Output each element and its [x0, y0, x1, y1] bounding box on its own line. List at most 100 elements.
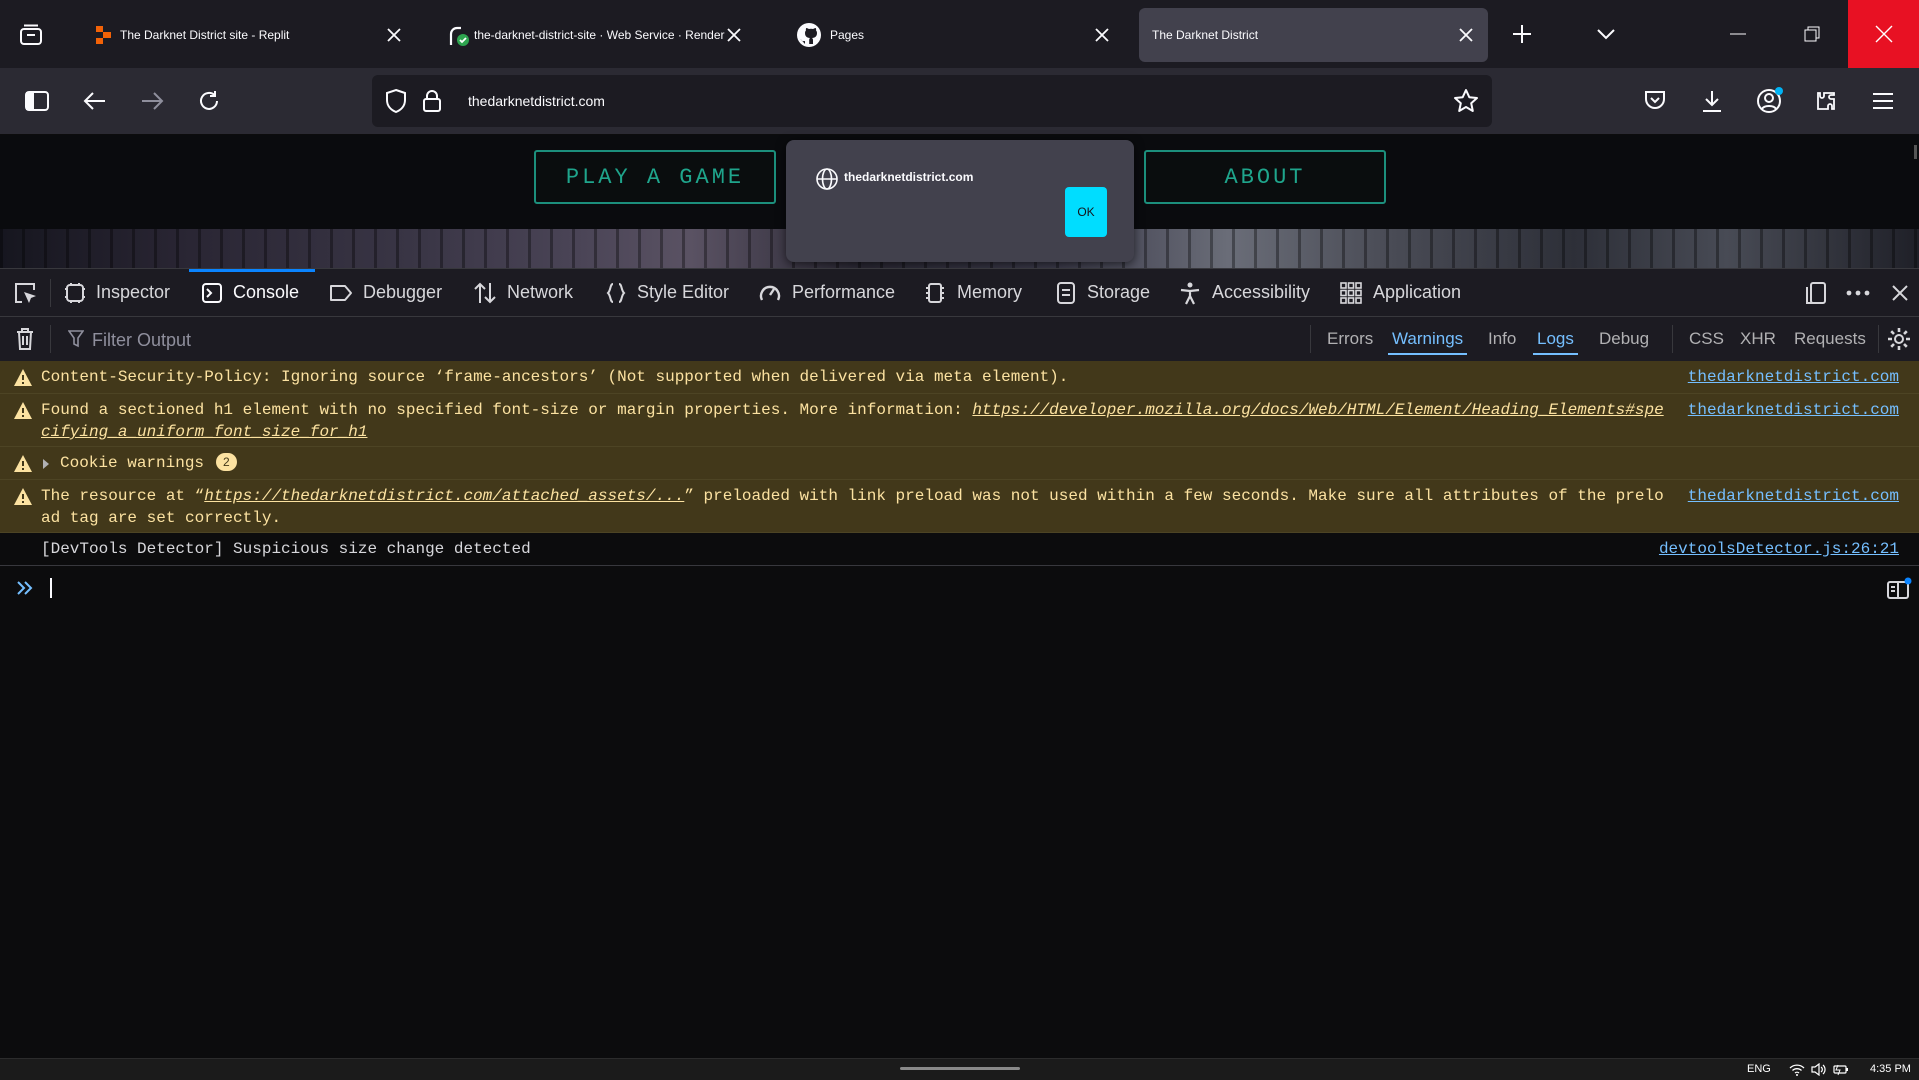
language-indicator[interactable]: ENG — [1747, 1059, 1771, 1080]
expand-triangle-icon[interactable] — [42, 458, 50, 470]
tab-label: the-darknet-district-site · Web Service … — [474, 28, 725, 42]
tab-label: Application — [1373, 282, 1462, 302]
about-button[interactable]: ABOUT — [1144, 150, 1386, 204]
alert-dialog: thedarknetdistrict.com OK — [786, 140, 1134, 262]
performance-icon — [759, 285, 781, 301]
render-icon — [448, 25, 469, 46]
message-text: [DevTools Detector] Suspicious size chan… — [41, 540, 531, 558]
url-text: thedarknetdistrict.com — [468, 93, 605, 109]
warning-icon — [14, 455, 32, 472]
wifi-icon[interactable] — [1789, 1063, 1805, 1076]
restore-icon[interactable] — [1794, 20, 1830, 48]
message-source-link[interactable]: thedarknetdistrict.com — [1688, 399, 1899, 421]
filter-css[interactable]: CSS — [1685, 325, 1728, 353]
devtools-tab-console[interactable]: Console — [201, 269, 299, 316]
tab-replit[interactable]: The Darknet District site - Replit — [72, 8, 416, 62]
devtools-tab-network[interactable]: Network — [473, 269, 573, 316]
devtools-tab-style-editor[interactable]: Style Editor — [605, 269, 729, 316]
lock-icon[interactable] — [418, 87, 446, 115]
devtools-panel: Inspector Console Debugger Network Style… — [0, 268, 1919, 1059]
close-tab-icon[interactable] — [722, 23, 746, 47]
shield-icon[interactable] — [382, 87, 410, 115]
minimize-icon[interactable] — [1720, 20, 1756, 48]
devtools-tab-inspector[interactable]: Inspector — [64, 269, 170, 316]
divider — [1878, 325, 1879, 353]
extensions-icon[interactable] — [1811, 87, 1841, 115]
filter-warnings[interactable]: Warnings — [1388, 325, 1468, 355]
filter-debug[interactable]: Debug — [1595, 325, 1653, 353]
tab-label: Storage — [1087, 282, 1151, 302]
close-window-icon[interactable] — [1848, 0, 1919, 68]
speaker-icon[interactable] — [1811, 1063, 1827, 1076]
tab-label: Debugger — [363, 282, 443, 302]
tab-label: The Darknet District site - Replit — [120, 28, 290, 42]
forward-arrow-icon[interactable] — [137, 87, 167, 115]
inspector-icon — [65, 282, 85, 303]
message-source-link[interactable]: thedarknetdistrict.com — [1688, 366, 1899, 388]
filter-xhr[interactable]: XHR — [1736, 325, 1780, 353]
tab-overview-icon[interactable] — [16, 20, 46, 50]
clock[interactable]: 4:35 PM — [1870, 1059, 1911, 1080]
tab-pages[interactable]: Pages — [780, 8, 1124, 62]
new-tab-icon[interactable] — [1508, 20, 1536, 48]
filter-info[interactable]: Info — [1484, 325, 1520, 353]
application-icon — [1340, 281, 1362, 304]
filter-requests[interactable]: Requests — [1790, 325, 1870, 353]
close-devtools-icon[interactable] — [1886, 279, 1914, 307]
console-message-warning[interactable]: Content-Security-Policy: Ignoring source… — [0, 361, 1919, 394]
reload-icon[interactable] — [194, 87, 224, 115]
navigation-toolbar: thedarknetdistrict.com — [0, 68, 1919, 135]
play-a-game-button[interactable]: PLAY A GAME — [534, 150, 776, 204]
console-message-warning[interactable]: Found a sectioned h1 element with no spe… — [0, 394, 1919, 447]
devtools-tab-accessibility[interactable]: Accessibility — [1178, 269, 1310, 316]
more-options-icon[interactable] — [1844, 279, 1872, 307]
message-text: Content-Security-Policy: Ignoring source… — [41, 368, 1069, 386]
devtools-tab-application[interactable]: Application — [1339, 269, 1461, 316]
close-tab-icon[interactable] — [382, 23, 406, 47]
sidebar-toggle-icon[interactable] — [22, 87, 52, 115]
filter-errors[interactable]: Errors — [1323, 325, 1377, 353]
debugger-icon — [330, 284, 352, 301]
message-text: Found a sectioned h1 element with no spe… — [41, 399, 1671, 443]
downloads-icon[interactable] — [1697, 87, 1727, 115]
tab-darknet-district[interactable]: The Darknet District — [1139, 8, 1488, 62]
tab-render[interactable]: the-darknet-district-site · Web Service … — [426, 8, 770, 62]
divider — [1672, 325, 1673, 353]
menu-hamburger-icon[interactable] — [1868, 87, 1898, 115]
warning-icon — [14, 402, 32, 419]
message-source-link[interactable]: thedarknetdistrict.com — [1688, 485, 1899, 507]
list-tabs-chevron-down-icon[interactable] — [1592, 20, 1620, 48]
home-indicator[interactable] — [900, 1067, 1020, 1070]
account-icon[interactable] — [1754, 85, 1786, 117]
responsive-design-icon[interactable] — [1802, 279, 1830, 307]
message-resource-link[interactable]: https://thedarknetdistrict.com/attached_… — [204, 487, 684, 505]
filter-output-input[interactable] — [90, 325, 494, 355]
bookmark-star-icon[interactable] — [1452, 87, 1480, 115]
console-settings-gear-icon[interactable] — [1884, 325, 1914, 353]
url-bar[interactable]: thedarknetdistrict.com — [372, 75, 1492, 127]
trash-icon[interactable] — [10, 325, 40, 353]
back-arrow-icon[interactable] — [80, 87, 110, 115]
pocket-icon[interactable] — [1640, 87, 1670, 115]
filter-logs[interactable]: Logs — [1533, 325, 1578, 355]
dialog-ok-button[interactable]: OK — [1065, 187, 1107, 237]
message-source-link[interactable]: devtoolsDetector.js:26:21 — [1659, 538, 1899, 560]
battery-icon[interactable] — [1833, 1063, 1849, 1076]
console-message-log[interactable]: [DevTools Detector] Suspicious size chan… — [0, 533, 1919, 566]
devtools-tab-storage[interactable]: Storage — [1055, 269, 1150, 316]
count-badge: 2 — [216, 453, 237, 471]
page-scrollbar[interactable] — [1914, 145, 1917, 159]
network-icon — [474, 282, 496, 303]
close-tab-icon[interactable] — [1454, 23, 1478, 47]
message-text: The resource at “https://thedarknetdistr… — [41, 485, 1671, 529]
devtools-tab-memory[interactable]: Memory — [923, 269, 1022, 316]
cookie-warnings-group[interactable]: Cookie warnings 2 — [0, 447, 1919, 480]
group-label: Cookie warnings — [60, 454, 205, 472]
devtools-tab-debugger[interactable]: Debugger — [329, 269, 442, 316]
console-message-warning[interactable]: The resource at “https://thedarknetdistr… — [0, 480, 1919, 533]
editor-mode-toggle-icon[interactable] — [1884, 575, 1914, 603]
element-picker-icon[interactable] — [10, 279, 40, 307]
devtools-tab-performance[interactable]: Performance — [758, 269, 895, 316]
close-tab-icon[interactable] — [1090, 23, 1114, 47]
console-input[interactable] — [0, 569, 1919, 609]
